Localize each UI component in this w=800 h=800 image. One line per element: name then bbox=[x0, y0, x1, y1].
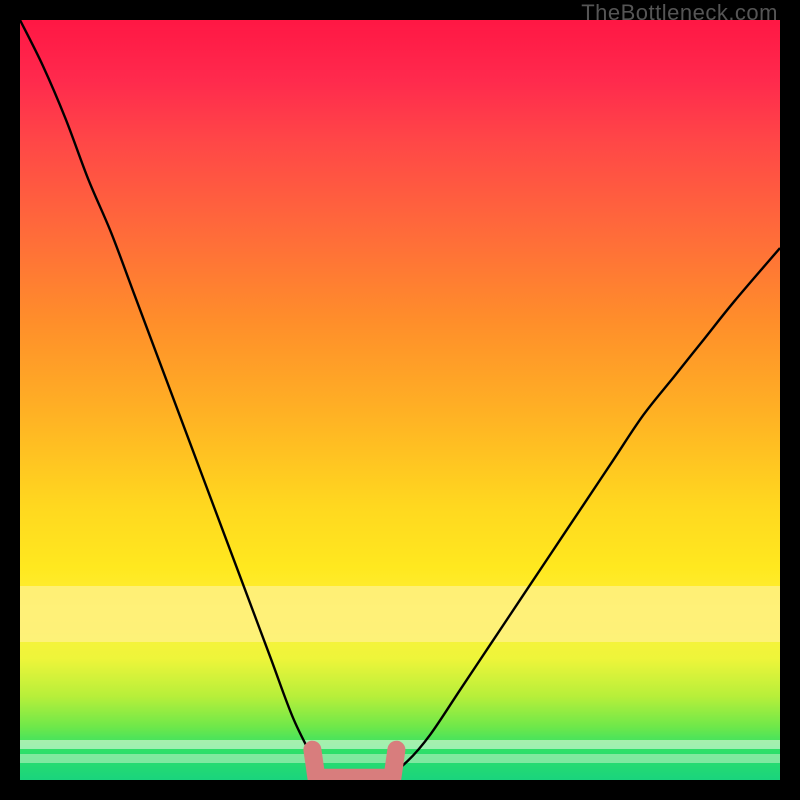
chart-stage: TheBottleneck.com bbox=[0, 0, 800, 800]
plot-area bbox=[20, 20, 780, 780]
curve-svg bbox=[20, 20, 780, 780]
floor-segment bbox=[312, 750, 396, 778]
bottleneck-curve bbox=[20, 20, 780, 779]
